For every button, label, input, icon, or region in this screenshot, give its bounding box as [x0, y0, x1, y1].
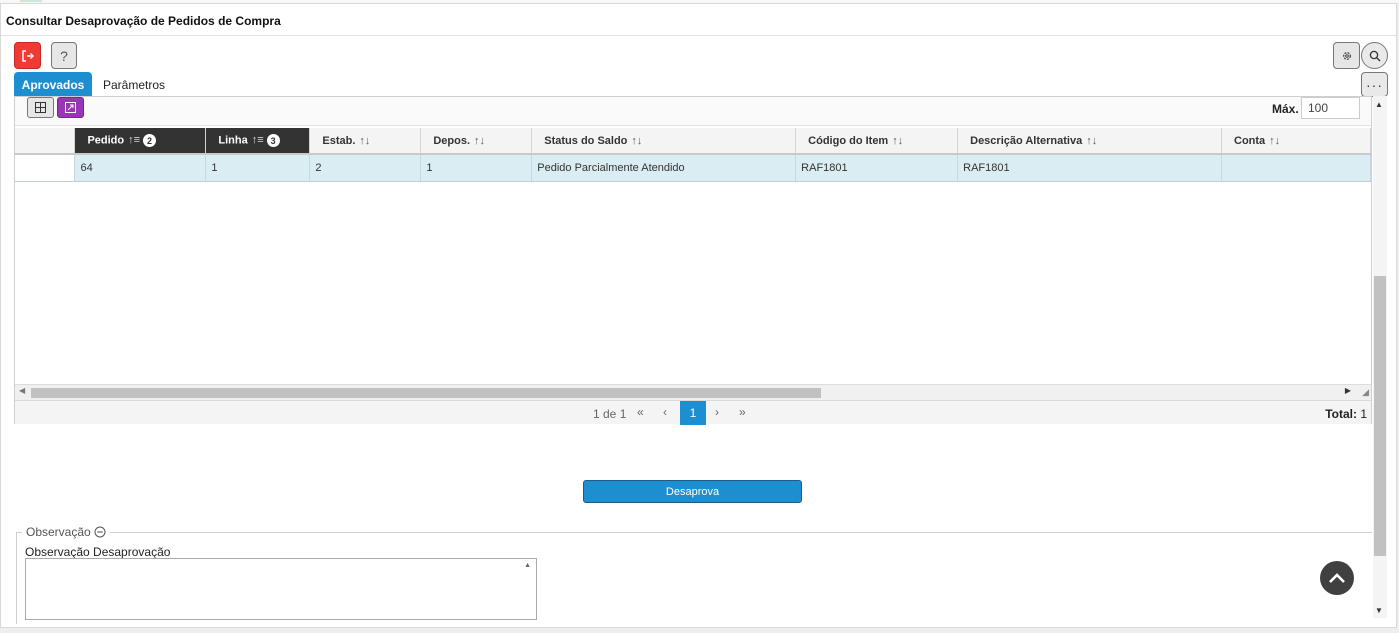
header-label: Descrição Alternativa — [970, 134, 1083, 147]
collapse-icon[interactable] — [94, 526, 106, 538]
help-button[interactable]: ? — [51, 42, 77, 69]
table-header-row: Pedido ↑≡ 2 Linha ↑≡ 3 Estab. ↑↓ Depos. ↑↓ Sta… — [15, 128, 1371, 155]
sort-ascending-icon: ↑≡ — [251, 134, 264, 147]
desaprova-button[interactable]: Desaprova — [583, 480, 802, 503]
vertical-scroll-thumb[interactable] — [1374, 276, 1386, 556]
sort-icon: ↑↓ — [1086, 134, 1098, 147]
table-cell-descricao-alternativa[interactable]: RAF1801 — [957, 154, 1222, 182]
more-icon: ··· — [1366, 76, 1383, 93]
table-cell-pedido[interactable]: 64 — [74, 154, 207, 182]
settings-button[interactable] — [1333, 42, 1360, 69]
table-cell-linha[interactable]: 1 — [205, 154, 311, 182]
header-label: Depos. — [433, 134, 471, 147]
grid-panel: Máx. Pedido↑≡2 Linha↑≡3 Estab.↑↓ Depos.↑… — [14, 96, 1372, 425]
observacao-field-label: Observação Desaprovação — [25, 545, 171, 559]
legend-label: Observação — [26, 525, 91, 539]
tab-aprovados[interactable]: Aprovados — [14, 72, 92, 97]
tab-label: Parâmetros — [103, 78, 166, 92]
header-label: Estab. — [322, 134, 356, 147]
column-header-estab[interactable]: Estab. ↑↓ — [309, 128, 422, 155]
data-grid: Pedido ↑≡ 2 Linha ↑≡ 3 Estab. ↑↓ Depos. ↑↓ Sta… — [15, 128, 1371, 383]
horizontal-scrollbar[interactable]: ◀ ▶ ◢ — [15, 384, 1371, 400]
column-header-codigo-item[interactable]: Código do Item ↑↓ — [795, 128, 959, 155]
sort-icon: ↑↓ — [631, 134, 643, 147]
header-label: Conta — [1234, 134, 1266, 147]
search-button[interactable] — [1361, 42, 1388, 69]
total-label: Total: — [1325, 407, 1357, 421]
first-page-icon[interactable]: « — [637, 405, 644, 419]
top-strip-mark — [20, 0, 42, 2]
total-value: 1 — [1360, 407, 1367, 421]
max-label: Máx. — [1272, 102, 1299, 116]
sort-icon: ↑↓ — [892, 134, 904, 147]
grid-toolbar: Máx. — [15, 97, 1371, 126]
vertical-scrollbar[interactable]: ▲ ▼ — [1373, 96, 1387, 618]
table-cell-conta[interactable] — [1221, 154, 1371, 182]
column-header-depos[interactable]: Depos. ↑↓ — [420, 128, 533, 155]
export-button[interactable] — [57, 97, 84, 118]
header-label: Linha — [218, 134, 248, 147]
export-icon — [65, 102, 76, 113]
table-cell-depos[interactable]: 1 — [420, 154, 533, 182]
sort-order-badge: 3 — [266, 134, 280, 147]
grid-layout-button[interactable] — [27, 97, 54, 118]
sort-icon: ↑↓ — [1269, 134, 1281, 147]
table-cell-estab[interactable]: 2 — [309, 154, 422, 182]
table-cell-select[interactable] — [15, 154, 76, 182]
header-label: Código do Item — [808, 134, 889, 147]
observacao-legend[interactable]: Observação — [22, 525, 110, 539]
help-icon: ? — [60, 47, 68, 64]
table-cell-status-saldo[interactable]: Pedido Parcialmente Atendido — [531, 154, 797, 182]
column-header-select — [15, 128, 76, 155]
pagination: 1 de 1 « ‹ 1 › » Total: 1 — [15, 400, 1371, 425]
page-title: Consultar Desaprovação de Pedidos de Com… — [6, 14, 281, 28]
page-info: 1 de 1 — [593, 407, 627, 421]
grid-icon — [35, 102, 46, 113]
column-header-conta[interactable]: Conta ↑↓ — [1221, 128, 1371, 155]
exit-button[interactable] — [14, 42, 41, 69]
scroll-left-icon[interactable]: ◀ — [19, 386, 25, 395]
table-cell-codigo-item[interactable]: RAF1801 — [795, 154, 959, 182]
sort-ascending-icon: ↑≡ — [128, 134, 141, 147]
back-to-top-button[interactable] — [1320, 561, 1354, 595]
gear-icon — [1342, 51, 1351, 60]
last-page-icon[interactable]: » — [739, 405, 746, 419]
scroll-right-icon[interactable]: ▶ — [1345, 386, 1351, 395]
column-header-pedido[interactable]: Pedido ↑≡ 2 — [74, 128, 207, 155]
observacao-textarea[interactable]: ▲ — [25, 558, 537, 620]
scroll-up-icon[interactable]: ▲ — [1375, 100, 1383, 109]
title-bar: Consultar Desaprovação de Pedidos de Com… — [1, 4, 1396, 36]
header-label: Pedido — [87, 134, 125, 147]
column-header-linha[interactable]: Linha ↑≡ 3 — [205, 128, 311, 155]
sort-icon: ↑↓ — [474, 134, 486, 147]
column-header-status-saldo[interactable]: Status do Saldo ↑↓ — [531, 128, 797, 155]
desaprova-label: Desaprova — [665, 485, 720, 498]
sort-order-badge: 2 — [143, 134, 157, 147]
header-label: Status do Saldo — [544, 134, 628, 147]
prev-page-icon[interactable]: ‹ — [663, 405, 667, 419]
column-header-descricao-alternativa[interactable]: Descrição Alternativa ↑↓ — [957, 128, 1222, 155]
max-records-input[interactable] — [1301, 97, 1360, 119]
horizontal-scroll-thumb[interactable] — [31, 388, 821, 398]
exit-icon — [21, 49, 34, 62]
chevron-up-icon — [1329, 573, 1345, 583]
table-row[interactable]: 64 1 2 1 Pedido Parcialmente Atendido RA… — [15, 154, 1371, 182]
current-page-button[interactable]: 1 — [680, 401, 706, 425]
tab-parametros[interactable]: Parâmetros — [103, 78, 165, 92]
resize-handle-icon[interactable]: ◢ — [1362, 387, 1369, 398]
tab-label: Aprovados — [21, 77, 85, 92]
sort-icon: ↑↓ — [359, 134, 371, 147]
results-table: Pedido ↑≡ 2 Linha ↑≡ 3 Estab. ↑↓ Depos. ↑↓ Sta… — [15, 128, 1371, 182]
textarea-scroll-up-icon[interactable]: ▲ — [524, 562, 531, 569]
search-icon — [1369, 50, 1380, 61]
more-options-button[interactable]: ··· — [1361, 72, 1388, 97]
next-page-icon[interactable]: › — [715, 405, 719, 419]
scroll-down-icon[interactable]: ▼ — [1375, 606, 1383, 615]
